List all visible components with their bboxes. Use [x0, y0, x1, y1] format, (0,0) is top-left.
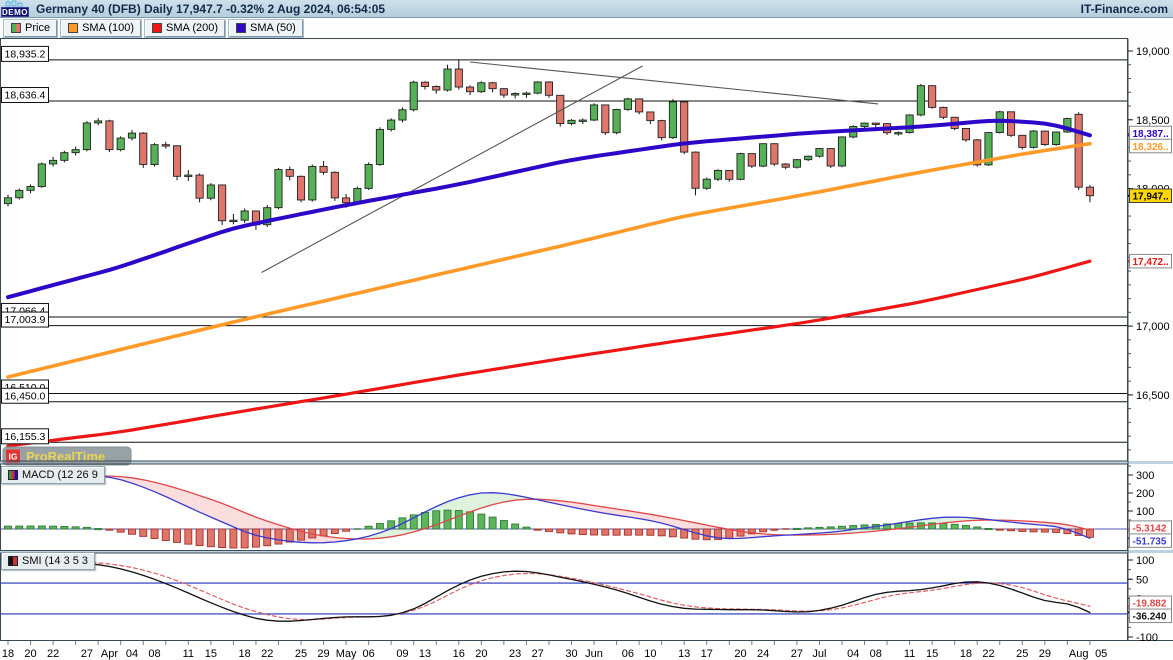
svg-text:18: 18: [960, 648, 972, 660]
chart-title: Germany 40 (DFB) Daily 17,947.7 -0.32% 2…: [32, 2, 385, 16]
prorealtime-watermark: IG ProRealTime: [3, 447, 131, 465]
legend-sma100-button[interactable]: SMA (100): [61, 20, 141, 37]
svg-text:10: 10: [644, 648, 656, 660]
svg-text:05: 05: [1095, 648, 1107, 660]
svg-text:18,387..: 18,387..: [1133, 129, 1169, 140]
legend-price-label: Price: [25, 22, 50, 34]
svg-text:19,000: 19,000: [1136, 46, 1170, 58]
svg-text:Apr: Apr: [101, 648, 118, 660]
svg-text:08: 08: [870, 648, 882, 660]
svg-text:04: 04: [126, 648, 138, 660]
svg-text:ProRealTime: ProRealTime: [26, 449, 105, 464]
svg-text:May: May: [336, 648, 357, 660]
svg-text:15: 15: [926, 648, 938, 660]
svg-text:25: 25: [295, 648, 307, 660]
svg-text:22: 22: [261, 648, 273, 660]
legend-sma100-label: SMA (100): [82, 22, 134, 34]
smi-plate-label: SMI (14 3 5 3: [22, 555, 88, 567]
svg-text:22: 22: [47, 648, 59, 660]
svg-text:100: 100: [1136, 506, 1154, 518]
svg-text:18: 18: [239, 648, 251, 660]
svg-text:29: 29: [317, 648, 329, 660]
macd-plate-label: MACD (12 26 9: [22, 469, 98, 481]
svg-text:22: 22: [982, 648, 994, 660]
svg-text:27: 27: [532, 648, 544, 660]
svg-text:15: 15: [205, 648, 217, 660]
svg-text:11: 11: [904, 648, 915, 660]
svg-text:16,500: 16,500: [1136, 390, 1170, 402]
legend-sma50-button[interactable]: SMA (50): [229, 20, 303, 37]
svg-text:13: 13: [678, 648, 690, 660]
sma50-icon: [236, 23, 246, 33]
svg-text:25: 25: [1016, 648, 1028, 660]
legend-sma50-label: SMA (50): [250, 22, 296, 34]
svg-text:29: 29: [1039, 648, 1051, 660]
svg-text:-36.240: -36.240: [1133, 612, 1167, 623]
svg-text:17,947..: 17,947..: [1133, 192, 1169, 203]
svg-text:20: 20: [24, 648, 36, 660]
svg-text:300: 300: [1136, 470, 1154, 482]
svg-text:17,003.9: 17,003.9: [5, 314, 46, 326]
svg-text:17,000: 17,000: [1136, 321, 1170, 333]
title-bar: DEMO Germany 40 (DFB) Daily 17,947.7 -0.…: [0, 0, 1173, 18]
smi-icon: [8, 556, 18, 566]
legend-sma200-label: SMA (200): [166, 22, 218, 34]
svg-text:Aug: Aug: [1069, 648, 1089, 660]
svg-text:27: 27: [791, 648, 803, 660]
macd-indicator-plate[interactable]: MACD (12 26 9: [1, 466, 105, 484]
svg-text:06: 06: [363, 648, 375, 660]
svg-text:18,326..: 18,326..: [1133, 142, 1169, 153]
svg-text:16: 16: [453, 648, 465, 660]
svg-text:17: 17: [701, 648, 713, 660]
svg-text:23: 23: [509, 648, 521, 660]
macd-icon: [8, 470, 18, 480]
svg-text:20: 20: [734, 648, 746, 660]
svg-text:11: 11: [183, 648, 194, 660]
svg-text:24: 24: [757, 648, 769, 660]
svg-text:50: 50: [1136, 574, 1148, 586]
svg-text:Jul: Jul: [812, 648, 826, 660]
svg-text:27: 27: [81, 648, 93, 660]
app-icon-column: DEMO: [0, 0, 32, 18]
svg-text:09: 09: [396, 648, 408, 660]
svg-text:18: 18: [2, 648, 14, 660]
svg-text:17,472..: 17,472..: [1133, 257, 1169, 268]
svg-text:Jun: Jun: [585, 648, 603, 660]
svg-text:06: 06: [622, 648, 634, 660]
svg-text:30: 30: [565, 648, 577, 660]
svg-text:18,500: 18,500: [1136, 115, 1170, 127]
smi-indicator-plate[interactable]: SMI (14 3 5 3: [1, 552, 95, 570]
chart-canvas: IGProRealTime18,935.218,636.417,066.417,…: [0, 0, 1173, 660]
svg-text:-5.3142: -5.3142: [1133, 523, 1167, 534]
svg-text:20: 20: [475, 648, 487, 660]
brand-link[interactable]: IT-Finance.com: [1081, 2, 1173, 16]
svg-text:18,935.2: 18,935.2: [5, 48, 46, 60]
svg-text:18,636.4: 18,636.4: [5, 90, 46, 102]
legend-price-button[interactable]: Price: [4, 20, 57, 37]
svg-text:04: 04: [847, 648, 859, 660]
svg-text:13: 13: [419, 648, 431, 660]
svg-text:08: 08: [148, 648, 160, 660]
svg-text:-19.882: -19.882: [1133, 599, 1167, 610]
svg-text:16,155.3: 16,155.3: [5, 431, 46, 443]
legend-sma200-button[interactable]: SMA (200): [145, 20, 225, 37]
svg-text:100: 100: [1136, 555, 1154, 567]
svg-text:16,450.0: 16,450.0: [5, 390, 46, 402]
legend-bar: Price SMA (100) SMA (200) SMA (50): [0, 18, 1173, 38]
sma200-icon: [152, 23, 162, 33]
svg-text:200: 200: [1136, 488, 1154, 500]
svg-text:-100: -100: [1136, 632, 1158, 644]
price-series-icon: [11, 23, 21, 33]
svg-text:-51.735: -51.735: [1133, 536, 1167, 547]
demo-badge: DEMO: [1, 7, 29, 17]
prorealtime-chart-window: IGProRealTime18,935.218,636.417,066.417,…: [0, 0, 1173, 660]
svg-text:IG: IG: [9, 452, 18, 462]
sma100-icon: [68, 23, 78, 33]
